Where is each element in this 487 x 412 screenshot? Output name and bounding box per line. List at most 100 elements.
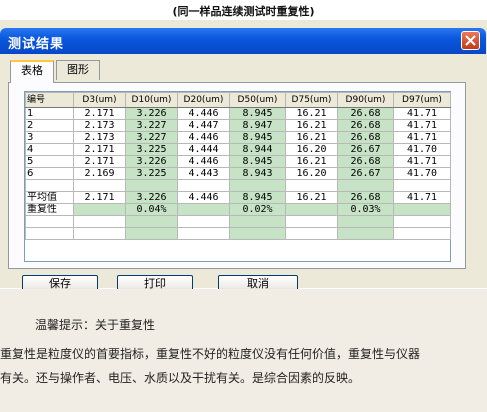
- table-row: 1 2.171 3.226 4.446 8.945 16.21 26.68 41.71: [25, 107, 451, 120]
- table-cell: 26.68: [337, 131, 394, 144]
- table-cell: 16.20: [285, 143, 338, 156]
- table-cell: [177, 203, 230, 216]
- table-cell: 3.226: [125, 191, 178, 204]
- table-cell: 8.945: [229, 107, 286, 120]
- table-cell: 16.21: [285, 119, 338, 132]
- table-cell: [73, 179, 126, 192]
- column-header[interactable]: D3(um): [73, 92, 126, 108]
- table-cell: 4.446: [177, 131, 230, 144]
- table-cell: 26.68: [337, 155, 394, 168]
- table-cell: 2.171: [73, 191, 126, 204]
- table-cell: [337, 215, 394, 228]
- table-cell: [125, 179, 178, 192]
- table-cell: [337, 179, 394, 192]
- table-cell: 2.171: [73, 107, 126, 120]
- table-cell: 0.03%: [337, 203, 394, 216]
- table-cell: [73, 227, 126, 240]
- column-header[interactable]: D90(um): [337, 92, 394, 108]
- column-header[interactable]: D50(um): [229, 92, 286, 108]
- table-cell: [25, 179, 74, 192]
- table-cell: [177, 227, 230, 240]
- table-cell: [229, 215, 286, 228]
- table-cell: [393, 179, 451, 192]
- table-cell: [177, 215, 230, 228]
- table-cell: 1: [25, 107, 74, 120]
- table-cell: [285, 203, 338, 216]
- table-cell: 26.68: [337, 107, 394, 120]
- table-cell: 8.944: [229, 143, 286, 156]
- tip-body: 重复性是粒度仪的首要指标，重复性不好的粒度仪没有任何价值，重复性与仪器 有关。还…: [0, 342, 487, 390]
- tab-table[interactable]: 表格: [10, 60, 54, 83]
- table-cell: 4.447: [177, 119, 230, 132]
- table-cell: [125, 227, 178, 240]
- column-header[interactable]: D75(um): [285, 92, 338, 108]
- table-cell: [125, 215, 178, 228]
- window-title: 测试结果: [8, 37, 65, 52]
- table-cell: [285, 215, 338, 228]
- table-cell: 26.68: [337, 119, 394, 132]
- table-cell: 4.446: [177, 191, 230, 204]
- table-cell: 3: [25, 131, 74, 144]
- table-row: 3 2.173 3.227 4.446 8.945 16.21 26.68 41.71: [25, 131, 451, 144]
- table-cell: [73, 203, 126, 216]
- table-cell: [25, 215, 74, 228]
- table-cell: 16.20: [285, 167, 338, 180]
- table-cell: 8.945: [229, 191, 286, 204]
- column-header[interactable]: D10(um): [125, 92, 178, 108]
- table-cell: 8.945: [229, 155, 286, 168]
- table-cell: 4.443: [177, 167, 230, 180]
- tip-line-2: 有关。还与操作者、电压、水质以及干扰有关。是综合因素的反映。: [0, 371, 361, 385]
- table-cell: 2.173: [73, 131, 126, 144]
- table-row: 4 2.171 3.225 4.444 8.944 16.20 26.67 41.70: [25, 143, 451, 156]
- table-cell: 4.444: [177, 143, 230, 156]
- table-cell: 2.171: [73, 155, 126, 168]
- tab-panel: 编号 D3(um) D10(um) D20(um) D50(um) D75(um) D90(…: [8, 82, 466, 269]
- table-cell: 3.225: [125, 167, 178, 180]
- results-grid: 编号 D3(um) D10(um) D20(um) D50(um) D75(um) D90(…: [24, 91, 451, 262]
- table-cell: 3.227: [125, 119, 178, 132]
- table-cell: 2.173: [73, 119, 126, 132]
- table-cell: [229, 227, 286, 240]
- table-cell: 26.67: [337, 143, 394, 156]
- close-button[interactable]: [461, 31, 480, 50]
- column-header[interactable]: D20(um): [177, 92, 230, 108]
- table-row-empty: [25, 179, 451, 192]
- tip-section: 温馨提示：关于重复性 重复性是粒度仪的首要指标，重复性不好的粒度仪没有任何价值，…: [0, 289, 487, 412]
- table-cell: 4.446: [177, 107, 230, 120]
- table-cell: 3.226: [125, 107, 178, 120]
- table-cell: 26.67: [337, 167, 394, 180]
- column-header[interactable]: 编号: [25, 92, 74, 108]
- tip-title: 温馨提示：关于重复性: [35, 318, 156, 332]
- table-cell: 0.04%: [125, 203, 178, 216]
- table-cell: [177, 179, 230, 192]
- test-results-window: 测试结果 表格 图形 编号 D3(um) D10(um) D20(um) D50(um)…: [0, 20, 487, 292]
- title-bar[interactable]: 测试结果: [0, 28, 486, 54]
- table-row-empty: [25, 227, 451, 240]
- table-cell: [337, 227, 394, 240]
- table-cell: 3.227: [125, 131, 178, 144]
- table-cell: [285, 179, 338, 192]
- table-cell: [393, 203, 451, 216]
- tab-chart[interactable]: 图形: [56, 60, 100, 80]
- close-icon: [465, 35, 476, 46]
- table-cell: 0.02%: [229, 203, 286, 216]
- tip-line-1: 重复性是粒度仪的首要指标，重复性不好的粒度仪没有任何价值，重复性与仪器: [0, 347, 421, 361]
- table-cell: 41.71: [393, 107, 451, 120]
- table-cell: 6: [25, 167, 74, 180]
- table-cell: 8.947: [229, 119, 286, 132]
- table-cell: 16.21: [285, 191, 338, 204]
- table-cell: 2.169: [73, 167, 126, 180]
- table-cell: 41.70: [393, 167, 451, 180]
- table-cell: 4: [25, 143, 74, 156]
- table-cell: 41.71: [393, 131, 451, 144]
- table-cell: [393, 227, 451, 240]
- table-cell: 重复性: [25, 203, 74, 216]
- table-row: 5 2.171 3.226 4.446 8.945 16.21 26.68 41.71: [25, 155, 451, 168]
- column-header[interactable]: D97(um): [393, 92, 451, 108]
- table-cell: 3.225: [125, 143, 178, 156]
- table-row: 2 2.173 3.227 4.447 8.947 16.21 26.68 41.71: [25, 119, 451, 132]
- table-cell: 41.71: [393, 119, 451, 132]
- table-cell: 16.21: [285, 131, 338, 144]
- table-cell: 5: [25, 155, 74, 168]
- table-cell: 2: [25, 119, 74, 132]
